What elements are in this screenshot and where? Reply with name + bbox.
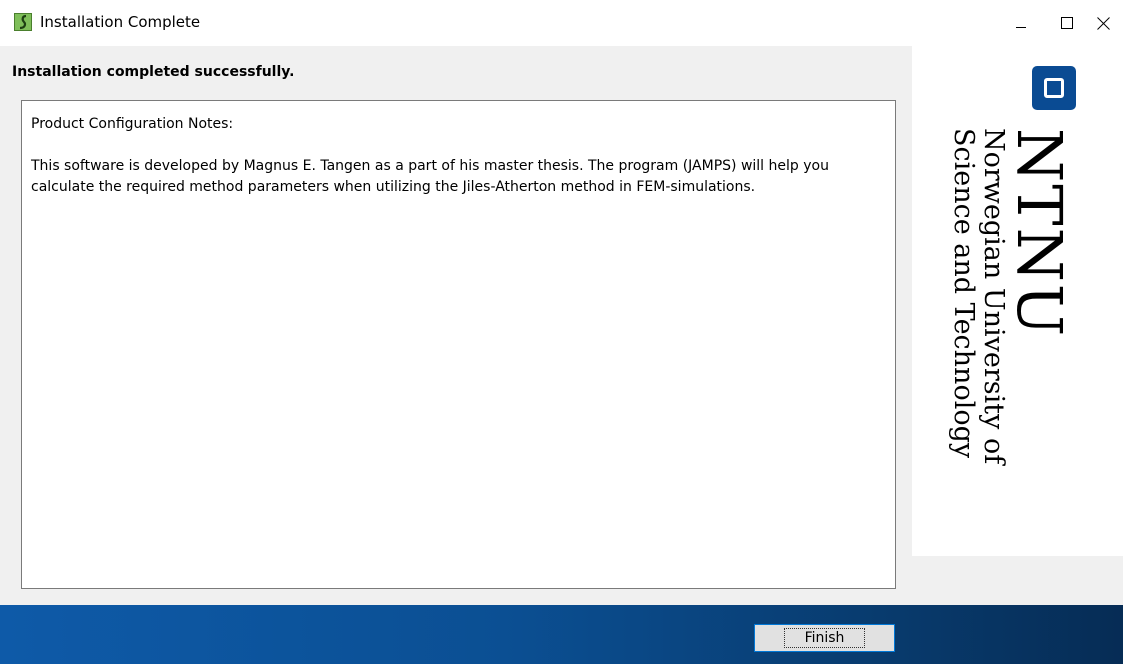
ntnu-wordmark: NTNU <box>1003 128 1076 339</box>
ntnu-logo-mark-inner <box>1044 78 1064 98</box>
ntnu-line-2: Science and Technology <box>948 128 979 459</box>
footer-bar: Finish <box>0 605 1123 664</box>
ntnu-logo-mark <box>1032 66 1076 110</box>
title-bar: Installation Complete <box>0 0 1123 46</box>
logo-panel-filler <box>912 556 1123 605</box>
ntnu-line-1: Norwegian University of <box>978 128 1009 465</box>
minimize-button[interactable] <box>998 0 1044 46</box>
minimize-icon <box>1016 27 1026 28</box>
finish-button[interactable]: Finish <box>754 624 895 652</box>
close-icon <box>1096 16 1110 30</box>
finish-button-label: Finish <box>783 628 866 648</box>
close-button[interactable] <box>1080 0 1123 46</box>
maximize-icon <box>1061 17 1073 29</box>
main-content: Installation completed successfully. Pro… <box>0 46 912 605</box>
ntnu-logo-text: NTNU Norwegian University of Science and… <box>948 128 1076 465</box>
app-installer-icon <box>14 13 32 31</box>
configuration-notes-box[interactable]: Product Configuration Notes: This softwa… <box>21 100 896 589</box>
notes-title: Product Configuration Notes: <box>31 116 234 132</box>
notes-body: This software is developed by Magnus E. … <box>31 158 829 195</box>
status-heading: Installation completed successfully. <box>12 64 295 80</box>
window-title: Installation Complete <box>40 13 201 31</box>
